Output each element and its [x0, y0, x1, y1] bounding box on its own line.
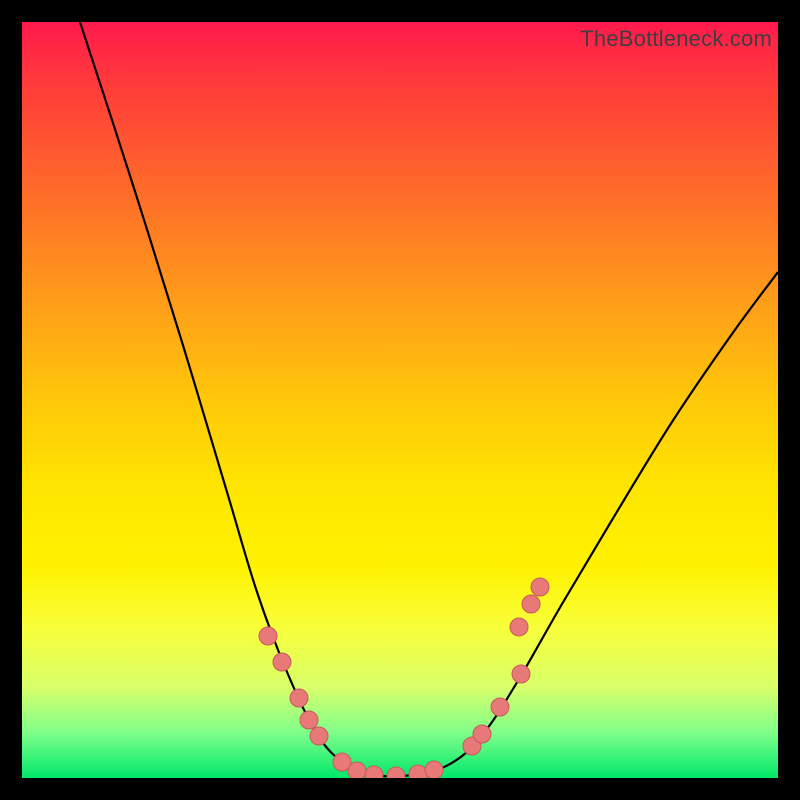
bottleneck-curve [80, 22, 778, 776]
curve-layer [22, 22, 778, 778]
curve-marker [491, 698, 509, 716]
curve-marker [387, 767, 405, 778]
outer-frame: TheBottleneck.com [0, 0, 800, 800]
curve-marker [512, 665, 530, 683]
curve-marker [273, 653, 291, 671]
plot-area: TheBottleneck.com [22, 22, 778, 778]
curve-marker [531, 578, 549, 596]
curve-marker [310, 727, 328, 745]
curve-marker [259, 627, 277, 645]
curve-marker [365, 766, 383, 778]
curve-marker [473, 725, 491, 743]
curve-marker [510, 618, 528, 636]
curve-marker [425, 761, 443, 778]
curve-markers [259, 578, 549, 778]
curve-marker [409, 765, 427, 778]
curve-marker [300, 711, 318, 729]
curve-marker [290, 689, 308, 707]
curve-marker [522, 595, 540, 613]
curve-marker [348, 762, 366, 778]
